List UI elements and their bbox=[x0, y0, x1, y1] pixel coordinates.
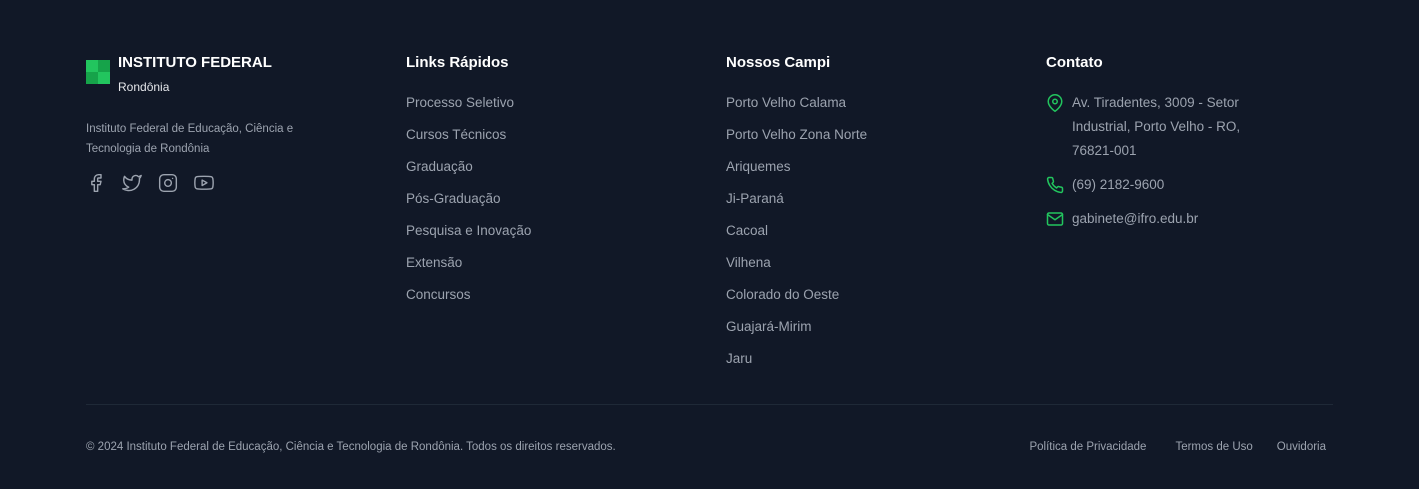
brand-header: INSTITUTO FEDERAL Rondônia bbox=[86, 52, 386, 95]
quick-links-list: Processo Seletivo Cursos Técnicos Gradua… bbox=[406, 93, 706, 305]
terms-of-use-link[interactable]: Termos de Uso bbox=[1175, 439, 1252, 455]
campi-title: Nossos Campi bbox=[726, 54, 831, 71]
facebook-icon[interactable] bbox=[86, 173, 106, 193]
campus-link[interactable]: Jaru bbox=[726, 349, 1026, 369]
campus-link[interactable]: Ji-Paraná bbox=[726, 189, 1026, 209]
campus-link[interactable]: Ariquemes bbox=[726, 157, 1026, 177]
legal-links: Política de Privacidade Termos de Uso Ou… bbox=[1029, 439, 1326, 455]
quick-links-title: Links Rápidos bbox=[406, 54, 509, 71]
campus-link[interactable]: Colorado do Oeste bbox=[726, 285, 1026, 305]
privacy-policy-link[interactable]: Política de Privacidade bbox=[1029, 439, 1146, 455]
contact-title: Contato bbox=[1046, 54, 1103, 71]
campus-link[interactable]: Cacoal bbox=[726, 221, 1026, 241]
quick-links-column: Links Rápidos Processo Seletivo Cursos T… bbox=[406, 52, 706, 317]
footer-divider bbox=[86, 404, 1333, 405]
youtube-icon[interactable] bbox=[194, 173, 214, 193]
brand-subtitle: Rondônia bbox=[118, 80, 170, 94]
contact-list: Av. Tiradentes, 3009 - Setor Industrial,… bbox=[1046, 93, 1346, 231]
quick-link-item[interactable]: Processo Seletivo bbox=[406, 93, 706, 113]
campi-list: Porto Velho Calama Porto Velho Zona Nort… bbox=[726, 93, 1026, 369]
contact-phone: (69) 2182-9600 bbox=[1046, 175, 1346, 197]
brand-title: INSTITUTO FEDERAL bbox=[118, 54, 272, 71]
email-text[interactable]: gabinete@ifro.edu.br bbox=[1072, 207, 1272, 231]
logo-icon bbox=[86, 60, 110, 84]
quick-link-item[interactable]: Pós-Graduação bbox=[406, 189, 706, 209]
quick-link-item[interactable]: Concursos bbox=[406, 285, 706, 305]
instagram-icon[interactable] bbox=[158, 173, 178, 193]
phone-icon bbox=[1046, 176, 1064, 194]
brand-description: Instituto Federal de Educação, Ciência e… bbox=[86, 123, 294, 155]
campi-column: Nossos Campi Porto Velho Calama Porto Ve… bbox=[726, 52, 1026, 381]
contact-address: Av. Tiradentes, 3009 - Setor Industrial,… bbox=[1046, 93, 1346, 163]
quick-link-item[interactable]: Cursos Técnicos bbox=[406, 125, 706, 145]
site-footer: INSTITUTO FEDERAL Rondônia Instituto Fed… bbox=[0, 0, 1419, 489]
contact-column: Contato Av. Tiradentes, 3009 - Setor Ind… bbox=[1046, 52, 1346, 243]
brand-text: INSTITUTO FEDERAL Rondônia bbox=[118, 52, 272, 95]
campus-link[interactable]: Guajará-Mirim bbox=[726, 317, 1026, 337]
contact-email: gabinete@ifro.edu.br bbox=[1046, 209, 1346, 231]
quick-link-item[interactable]: Extensão bbox=[406, 253, 706, 273]
phone-text[interactable]: (69) 2182-9600 bbox=[1072, 173, 1272, 197]
address-text: Av. Tiradentes, 3009 - Setor Industrial,… bbox=[1072, 95, 1241, 158]
map-pin-icon bbox=[1046, 94, 1064, 112]
quick-link-item[interactable]: Pesquisa e Inovação bbox=[406, 221, 706, 241]
twitter-icon[interactable] bbox=[122, 173, 142, 193]
quick-link-item[interactable]: Graduação bbox=[406, 157, 706, 177]
ombudsman-link[interactable]: Ouvidoria bbox=[1277, 439, 1326, 455]
campus-link[interactable]: Porto Velho Calama bbox=[726, 93, 1026, 113]
social-links bbox=[86, 173, 386, 193]
copyright-text: © 2024 Instituto Federal de Educação, Ci… bbox=[86, 441, 616, 453]
campus-link[interactable]: Porto Velho Zona Norte bbox=[726, 125, 1026, 145]
campus-link[interactable]: Vilhena bbox=[726, 253, 1026, 273]
brand-column: INSTITUTO FEDERAL Rondônia Instituto Fed… bbox=[86, 52, 386, 193]
mail-icon bbox=[1046, 210, 1064, 228]
